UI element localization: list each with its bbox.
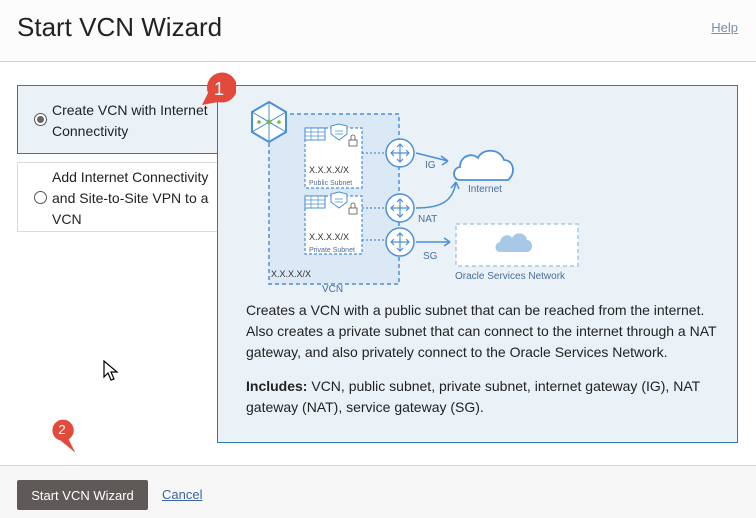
callout-1-number: 1 — [214, 79, 224, 99]
option-label: Add Internet Connectivity and Site-to-Si… — [52, 169, 209, 227]
service-gateway-icon — [385, 227, 415, 257]
vcn-diagram: X.X.X.X/X Public Subnet X.X.X.X/X Privat… — [251, 100, 579, 292]
option-add-connectivity[interactable]: Add Internet Connectivity and Site-to-Si… — [17, 162, 217, 232]
option-detail-panel: X.X.X.X/X Public Subnet X.X.X.X/X Privat… — [217, 85, 738, 443]
includes-list: VCN, public subnet, private subnet, inte… — [246, 378, 700, 415]
internet-cloud-icon — [453, 149, 514, 181]
radio-selected-icon[interactable] — [34, 113, 47, 126]
vcn-icon — [251, 100, 287, 144]
sg-label: SG — [423, 251, 438, 262]
cancel-link[interactable]: Cancel — [162, 487, 202, 502]
vcn-cidr: X.X.X.X/X — [271, 269, 311, 279]
private-subnet-cidr: X.X.X.X/X — [309, 232, 349, 242]
nat-gateway-icon — [385, 193, 415, 223]
ig-label: IG — [425, 160, 436, 171]
osn-label: Oracle Services Network — [455, 271, 566, 282]
start-vcn-wizard-button[interactable]: Start VCN Wizard — [17, 480, 148, 510]
nat-label: NAT — [418, 214, 437, 225]
callout-1-marker: 1 — [202, 72, 236, 105]
wizard-header: Start VCN Wizard Help — [0, 0, 756, 62]
option-description: Creates a VCN with a public subnet that … — [246, 302, 717, 360]
option-label: Create VCN with Internet Connectivity — [52, 102, 208, 139]
private-subnet-label: Private Subnet — [309, 247, 355, 254]
mouse-cursor-icon — [103, 360, 119, 381]
public-subnet-cidr: X.X.X.X/X — [309, 165, 349, 175]
help-link[interactable]: Help — [711, 20, 738, 35]
callout-2-marker: 2 — [52, 419, 76, 453]
internet-gateway-icon — [385, 138, 415, 168]
vcn-label: VCN — [322, 284, 343, 292]
includes-text: Includes: VCN, public subnet, private su… — [246, 376, 726, 418]
public-subnet-label: Public Subnet — [309, 180, 352, 187]
includes-label: Includes: — [246, 378, 308, 394]
radio-unselected-icon[interactable] — [34, 191, 47, 204]
page-title: Start VCN Wizard — [17, 12, 223, 42]
callout-2-number: 2 — [58, 422, 65, 437]
option-create-vcn[interactable]: Create VCN with Internet Connectivity — [17, 85, 217, 154]
internet-label: Internet — [468, 184, 502, 195]
